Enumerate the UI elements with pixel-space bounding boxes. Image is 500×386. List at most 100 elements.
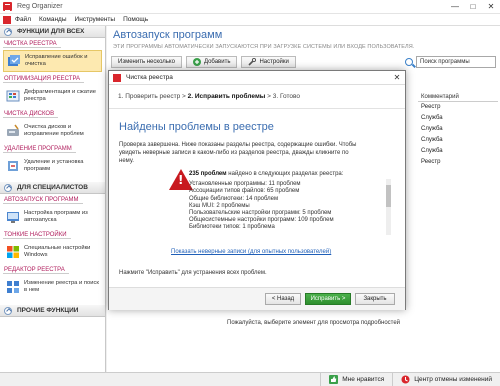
collapse-icon <box>4 27 12 36</box>
problem-summary: 235 проблем найдено в следующих разделах… <box>189 171 394 178</box>
undo-center-button[interactable]: Центр отмены изменений <box>392 372 500 386</box>
menu-file[interactable]: Файл <box>15 16 31 23</box>
status-bar: Мне нравится Центр отмены изменений <box>0 372 500 386</box>
problem-item[interactable]: Общие библиотеки: 14 проблем <box>189 196 394 203</box>
registry-cleanup-dialog: Чистка реестра ✕ 1. Проверить реестр > 2… <box>108 70 406 310</box>
sidebar-header-label: ДЛЯ СПЕЦИАЛИСТОВ <box>17 184 88 191</box>
like-button[interactable]: Мне нравится <box>320 372 392 386</box>
menu-commands[interactable]: Команды <box>39 16 67 23</box>
sidebar-group-registry-editor: РЕДАКТОР РЕЕСТРА Изменение реестра и пои… <box>0 264 105 299</box>
window-title: Reg Organizer <box>17 3 63 10</box>
detail-hint-text: Пожалуйста, выберите элемент для просмот… <box>227 320 401 326</box>
sidebar-group-title: ТОНКИЕ НАСТРОЙКИ <box>3 232 71 239</box>
autorun-icon <box>7 212 19 223</box>
sidebar-header-specialists[interactable]: ДЛЯ СПЕЦИАЛИСТОВ <box>0 182 105 194</box>
warning-exclamation: ! <box>178 173 184 187</box>
sidebar-group-registry-cleaning: ЧИСТКА РЕЕСТРА Исправление ошибок и очис… <box>0 38 105 73</box>
sidebar-group-uninstall: УДАЛЕНИЕ ПРОГРАММ Удаление и установка п… <box>0 143 105 178</box>
uninstall-icon <box>8 161 18 171</box>
app-menu-icon[interactable] <box>3 15 11 24</box>
wrench-icon <box>248 58 257 66</box>
table-cell[interactable]: Реестр <box>418 102 498 113</box>
minimize-button[interactable]: — <box>446 0 464 14</box>
page-subtitle: ЭТИ ПРОГРАММЫ АВТОМАТИЧЕСКИ ЗАПУСКАЮТСЯ … <box>113 44 415 50</box>
problem-list-box[interactable]: ! 235 проблем найдено в следующих раздел… <box>119 169 397 243</box>
search-icon <box>405 58 413 66</box>
sidebar-item-label: Дефрагментация и сжатие реестра <box>24 89 96 102</box>
add-button[interactable]: Добавить <box>185 56 238 68</box>
sidebar-group-title: УДАЛЕНИЕ ПРОГРАММ <box>3 146 76 153</box>
settings-button[interactable]: Настройки <box>241 56 296 68</box>
step-3: 3. Готово <box>272 93 301 100</box>
menu-tools[interactable]: Инструменты <box>75 16 116 23</box>
dialog-title: Чистка реестра <box>126 74 173 81</box>
change-many-button[interactable]: Изменить несколько <box>111 56 182 68</box>
toolbar: Изменить несколько Добавить Настройки <box>111 56 296 68</box>
maximize-button[interactable]: □ <box>464 0 482 14</box>
settings-label: Настройки <box>259 59 289 65</box>
dialog-title-bar: Чистка реестра ✕ <box>109 71 405 85</box>
problem-item[interactable]: Библиотеки типов: 1 проблема <box>189 224 394 231</box>
expand-icon <box>4 306 12 315</box>
sidebar-item-label: Изменение реестра и поиск в нем <box>24 280 99 293</box>
sidebar: ФУНКЦИИ ДЛЯ ВСЕХ ЧИСТКА РЕЕСТРА Исправле… <box>0 26 106 372</box>
thumbs-up-icon <box>329 375 339 384</box>
fix-button[interactable]: Исправить > <box>305 293 351 305</box>
comment-column: Реестр Служба Служба Служба Служба Реест… <box>418 102 498 168</box>
step-separator-1: > <box>180 93 188 100</box>
sidebar-group-title: РЕДАКТОР РЕЕСТРА <box>3 267 69 274</box>
add-label: Добавить <box>203 59 231 65</box>
problem-list-scrollbar[interactable] <box>386 179 391 235</box>
title-bar: Reg Organizer — □ ✕ <box>0 0 500 14</box>
sidebar-item-tweaks[interactable]: Специальные настройки Windows <box>3 241 102 263</box>
sidebar-item-disk-cleanup[interactable]: Очистка дисков и исправление проблем <box>3 120 102 142</box>
registry-cleaner-icon <box>8 55 20 66</box>
problem-item[interactable]: Кэш MUI: 2 проблемы <box>189 203 394 210</box>
sidebar-header-label: ПРОЧИЕ ФУНКЦИИ <box>17 307 79 314</box>
table-cell[interactable]: Служба <box>418 135 498 146</box>
table-cell[interactable]: Служба <box>418 146 498 157</box>
dialog-button-bar: < Назад Исправить > Закрыть <box>109 287 405 310</box>
sidebar-group-title: АВТОЗАПУСК ПРОГРАММ <box>3 197 83 204</box>
page-title: Автозапуск программ <box>113 29 223 41</box>
sidebar-header-label: ФУНКЦИИ ДЛЯ ВСЕХ <box>17 28 85 35</box>
sidebar-item-autorun[interactable]: Настройка программ из автозапуска <box>3 206 102 228</box>
collapse-icon <box>4 183 12 192</box>
table-cell[interactable]: Реестр <box>418 157 498 168</box>
problem-item[interactable]: Ассоциации типов файлов: 65 проблем <box>189 188 394 195</box>
dialog-close-icon[interactable]: ✕ <box>389 73 405 82</box>
sidebar-item-registry-defrag[interactable]: Дефрагментация и сжатие реестра <box>3 85 102 107</box>
table-cell[interactable]: Служба <box>418 113 498 124</box>
sidebar-group-tweaks: ТОНКИЕ НАСТРОЙКИ Специальные настройки W… <box>0 229 105 264</box>
sidebar-group-title: ОПТИМИЗАЦИЯ РЕЕСТРА <box>3 76 85 83</box>
sidebar-group-disk-cleaning: ЧИСТКА ДИСКОВ Очистка дисков и исправлен… <box>0 108 105 143</box>
undo-center-icon <box>401 375 410 384</box>
problem-count: 235 проблем <box>189 171 227 177</box>
sidebar-item-label: Очистка дисков и исправление проблем <box>24 124 84 137</box>
step-1: 1. Проверить реестр <box>118 93 181 100</box>
change-many-label: Изменить несколько <box>118 59 175 65</box>
close-button[interactable]: Закрыть <box>355 293 395 305</box>
sidebar-header-other[interactable]: ПРОЧИЕ ФУНКЦИИ <box>0 305 105 317</box>
sidebar-item-registry-editor[interactable]: Изменение реестра и поиск в нем <box>3 276 102 298</box>
problem-item[interactable]: Общесистемные настройки программ: 109 пр… <box>189 217 394 224</box>
sidebar-item-registry-fix[interactable]: Исправление ошибок и очистка <box>3 50 102 72</box>
sidebar-item-label: Специальные настройки Windows <box>24 245 91 258</box>
menu-help[interactable]: Помощь <box>123 16 148 23</box>
sidebar-header-all[interactable]: ФУНКЦИИ ДЛЯ ВСЕХ <box>0 26 105 38</box>
search-input[interactable]: Поиск программы <box>416 56 496 68</box>
like-label: Мне нравится <box>342 376 385 383</box>
app-logo-icon <box>3 2 12 11</box>
column-header-comment[interactable]: Комментарий <box>418 92 498 102</box>
close-window-button[interactable]: ✕ <box>482 0 500 14</box>
undo-center-label: Центр отмены изменений <box>414 376 492 383</box>
disk-cleanup-icon <box>7 124 19 136</box>
table-cell[interactable]: Служба <box>418 124 498 135</box>
show-invalid-entries-link[interactable]: Показать неверные записи (для опытных по… <box>171 249 331 255</box>
sidebar-item-uninstall[interactable]: Удаление и установка программ <box>3 155 102 177</box>
dialog-intro: Проверка завершена. Ниже показаны раздел… <box>119 142 357 164</box>
registry-editor-icon <box>7 281 19 293</box>
menu-bar: Файл Команды Инструменты Помощь <box>0 14 500 26</box>
back-button[interactable]: < Назад <box>265 293 301 305</box>
problem-summary-text: найдено в следующих разделах реестра: <box>228 171 344 177</box>
